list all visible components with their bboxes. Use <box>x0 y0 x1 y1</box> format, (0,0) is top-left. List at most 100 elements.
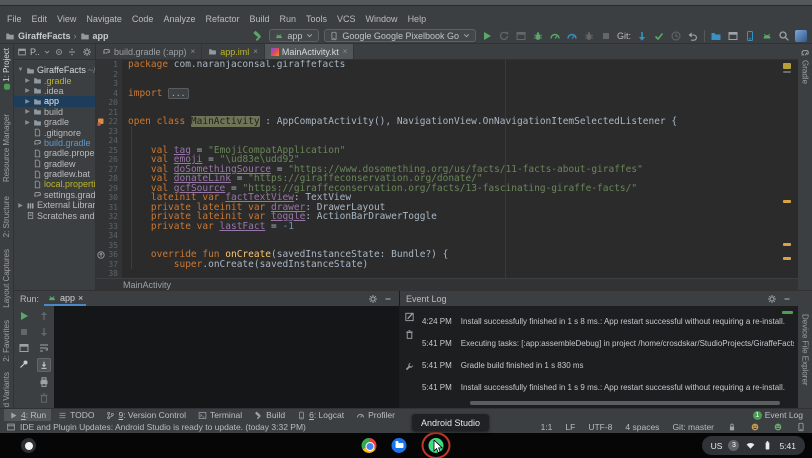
menu-item-run[interactable]: Run <box>275 12 302 26</box>
restore-layout-icon[interactable] <box>18 342 30 354</box>
close-icon[interactable]: × <box>253 47 258 56</box>
tree-item-gitignore[interactable]: .gitignore <box>14 127 95 137</box>
menu-item-edit[interactable]: Edit <box>27 12 53 26</box>
menu-item-file[interactable]: File <box>2 12 27 26</box>
apply-code-changes-icon[interactable] <box>515 30 527 42</box>
tree-collapse-arrow[interactable]: ▶ <box>24 77 31 84</box>
system-tray[interactable]: US 3 5:41 <box>702 436 805 455</box>
line-ending[interactable]: LF <box>565 422 575 432</box>
git-rollback-icon[interactable] <box>687 30 699 42</box>
stripe-button-1-project[interactable]: 1: Project <box>2 48 11 92</box>
menu-item-help[interactable]: Help <box>403 12 432 26</box>
close-icon[interactable]: × <box>78 293 83 303</box>
down-stack-trace-icon[interactable] <box>38 326 50 338</box>
collapse-all-icon[interactable] <box>67 47 77 57</box>
tree-item-external-libraries[interactable]: ▶External Libraries <box>14 200 95 210</box>
breadcrumb-module[interactable]: app <box>93 31 109 41</box>
tree-collapse-arrow[interactable]: ▶ <box>24 119 31 126</box>
gear-icon[interactable] <box>767 294 777 304</box>
profiler-button[interactable] <box>566 30 578 42</box>
breadcrumb-project[interactable]: GiraffeFacts <box>18 31 71 41</box>
toolwindow-button-6-logcat[interactable]: 6: Logcat <box>292 409 349 422</box>
tree-collapse-arrow[interactable]: ▶ <box>17 202 24 209</box>
avd-manager-icon[interactable] <box>761 30 773 42</box>
gradle-stripe-button[interactable]: Gradle <box>801 60 810 84</box>
event-log-entry[interactable]: 5:41 PMGradle build finished in 1 s 830 … <box>422 361 794 370</box>
tree-collapse-arrow[interactable]: ▶ <box>24 87 31 94</box>
editor-tab-app-iml[interactable]: app.iml× <box>202 44 265 59</box>
inspection-profile-icon[interactable] <box>773 422 783 432</box>
device-file-explorer-stripe-button[interactable]: Device File Explorer <box>801 314 810 386</box>
minimize-icon[interactable] <box>782 294 792 304</box>
editor-tab-build-gradle-app[interactable]: build.gradle (:app)× <box>96 44 202 59</box>
close-icon[interactable]: × <box>191 47 196 56</box>
horizontal-scrollbar[interactable] <box>470 401 780 405</box>
menu-item-navigate[interactable]: Navigate <box>81 12 127 26</box>
toolwindow-button-todo[interactable]: TODO <box>53 409 99 422</box>
tree-item-app[interactable]: ▶app <box>14 96 95 106</box>
git-update-icon[interactable] <box>636 30 648 42</box>
tree-item-build-gradle[interactable]: build.gradle <box>14 138 95 148</box>
toolwindow-button-9-version-control[interactable]: 9: Version Control <box>101 409 191 422</box>
project-view-select[interactable]: P.. <box>30 47 40 57</box>
menu-item-tools[interactable]: Tools <box>301 12 332 26</box>
run-tab-app[interactable]: app × <box>44 291 86 306</box>
build-hammer-icon[interactable] <box>252 30 264 42</box>
pin-tab-icon[interactable] <box>18 358 30 370</box>
tree-expand-arrow[interactable]: ▼ <box>17 67 24 73</box>
profile-avatar[interactable] <box>795 30 807 42</box>
toolwindow-button-terminal[interactable]: Terminal <box>193 409 247 422</box>
git-branch[interactable]: Git: master <box>672 422 714 432</box>
device-status-icon[interactable] <box>796 422 806 432</box>
scroll-to-end-icon[interactable] <box>37 358 51 372</box>
readonly-lock-icon[interactable] <box>727 422 737 432</box>
code-editor[interactable]: 1package com.naranjaconsal.giraffefacts2… <box>96 60 798 278</box>
tree-item-settings-gradl[interactable]: settings.gradl <box>14 190 95 200</box>
menu-item-vcs[interactable]: VCS <box>332 12 361 26</box>
search-everywhere-icon[interactable] <box>778 30 790 42</box>
locate-file-icon[interactable] <box>54 47 64 57</box>
menu-item-build[interactable]: Build <box>244 12 274 26</box>
device-select[interactable]: Google Google Pixelbook Go <box>324 29 476 42</box>
event-log-entry[interactable]: 5:41 PMExecuting tasks: [:app:assembleDe… <box>422 339 794 348</box>
menu-item-window[interactable]: Window <box>361 12 403 26</box>
clear-log-icon[interactable] <box>404 329 415 340</box>
editor-tab-mainactivity-kt[interactable]: MainActivity.kt× <box>265 44 355 59</box>
tree-collapse-arrow[interactable]: ▶ <box>24 108 31 115</box>
debug-button[interactable] <box>532 30 544 42</box>
toolwindow-button-build[interactable]: Build <box>249 409 290 422</box>
run-console[interactable] <box>54 306 399 408</box>
stripe-button-2-favorites[interactable]: 2: Favorites <box>2 320 11 362</box>
apply-changes-icon[interactable] <box>498 30 510 42</box>
stripe-button-layout-captures[interactable]: Layout Captures <box>2 249 11 308</box>
launcher-button[interactable] <box>21 438 36 453</box>
toolwindow-button-4-run[interactable]: 4: Run <box>4 409 51 422</box>
settings-wrench-icon[interactable] <box>404 361 415 372</box>
menu-item-code[interactable]: Code <box>127 12 159 26</box>
tree-item-gradle[interactable]: ▶gradle <box>14 117 95 127</box>
editor-breadcrumb[interactable]: MainActivity <box>96 278 798 290</box>
attach-debugger-icon[interactable] <box>583 30 595 42</box>
rerun-button[interactable] <box>18 310 30 322</box>
minimize-icon[interactable] <box>383 294 393 304</box>
tree-item-scratches-and-c[interactable]: Scratches and C <box>14 210 95 220</box>
tree-item-idea[interactable]: ▶.idea <box>14 86 95 96</box>
tree-item-gradlew-bat[interactable]: gradlew.bat <box>14 169 95 179</box>
tree-item-local-propertie[interactable]: local.propertie <box>14 179 95 189</box>
up-stack-trace-icon[interactable] <box>38 310 50 322</box>
git-commit-icon[interactable] <box>653 30 665 42</box>
event-log-entry[interactable]: 4:24 PMInstall successfully finished in … <box>422 317 794 326</box>
clear-console-icon[interactable] <box>38 392 50 404</box>
git-history-icon[interactable] <box>670 30 682 42</box>
close-icon[interactable]: × <box>343 47 348 56</box>
menu-item-view[interactable]: View <box>52 12 81 26</box>
tree-collapse-arrow[interactable]: ▶ <box>24 98 31 105</box>
coverage-button[interactable] <box>549 30 561 42</box>
gear-icon[interactable] <box>82 47 92 57</box>
tree-item-gradle-propert[interactable]: gradle.propert <box>14 148 95 158</box>
tree-item-giraffefacts[interactable]: ▼GiraffeFacts ~/S <box>14 65 95 75</box>
caret-position[interactable]: 1:1 <box>541 422 553 432</box>
stripe-button-resource-manager[interactable]: Resource Manager <box>2 114 11 182</box>
toolwindow-button-profiler[interactable]: Profiler <box>351 409 400 422</box>
run-configuration-select[interactable]: app <box>269 29 319 42</box>
